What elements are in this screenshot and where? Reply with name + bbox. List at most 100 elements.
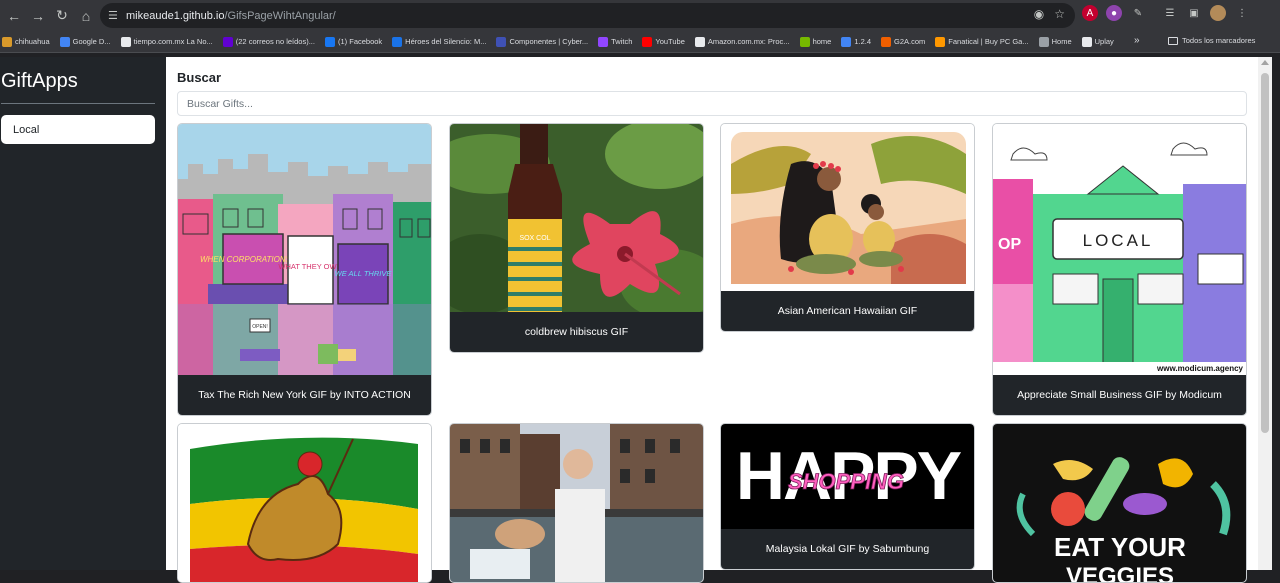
gif-text-local: LOCAL — [1083, 231, 1154, 250]
bookmark-favicon-icon — [881, 36, 892, 47]
bookmark-label: Fanatical | Buy PC Ga... — [948, 37, 1029, 46]
bookmark-favicon-icon — [598, 36, 609, 47]
bookmark-item[interactable]: 1.2.4 — [841, 36, 871, 47]
bookmark-label: tiempo.com.mx La No... — [133, 37, 213, 46]
bookmark-label: Amazon.com.mx: Proc... — [707, 37, 790, 46]
gif-image-happy-shopping: HAPPY SHOPPING — [721, 424, 974, 531]
bookmark-favicon-icon — [222, 36, 233, 47]
bookmark-item[interactable]: YouTube — [642, 36, 685, 47]
search-input[interactable] — [177, 91, 1247, 116]
gif-text-what-they-owe: WHAT THEY OWE — [278, 262, 341, 271]
bookmark-item[interactable]: home — [799, 36, 832, 47]
gif-card[interactable]: LOCAL OP www.modicum.agency Appreciate S… — [992, 123, 1247, 416]
gif-card[interactable]: EAT YOUR VEGGIES — [992, 423, 1247, 583]
brand-title: GiftApps — [1, 70, 78, 92]
sidebar-divider — [1, 103, 155, 104]
gif-card[interactable]: HAPPY SHOPPING Malaysia Lokal GIF by Sab… — [720, 423, 975, 570]
bookmark-item[interactable]: Google D... — [59, 36, 111, 47]
gif-text-eat-your: EAT YOUR — [1054, 532, 1186, 562]
forward-icon[interactable]: → — [26, 4, 50, 28]
svg-text:OP: OP — [998, 236, 1021, 253]
bookmarks-bar: chihuahua Google D... tiempo.com.mx La No.… — [0, 31, 1280, 53]
bookmark-favicon-icon — [392, 36, 403, 47]
bookmark-item[interactable]: Uplay — [1081, 36, 1114, 47]
gif-card[interactable]: WHEN CORPORATIONS pay WHAT THEY OWE WE A… — [177, 123, 432, 416]
bookmark-item[interactable]: G2A.com — [881, 36, 926, 47]
bookmark-item[interactable]: tiempo.com.mx La No... — [120, 36, 213, 47]
back-icon[interactable]: ← — [2, 4, 26, 28]
bookmark-label: YouTube — [655, 37, 685, 46]
gif-image-ethiopia-flag — [178, 424, 431, 582]
bookmark-label: chihuahua — [15, 37, 50, 46]
gif-card[interactable] — [449, 423, 704, 583]
menu-kebab-icon[interactable]: ⋮ — [1234, 5, 1250, 21]
bookmark-favicon-icon — [799, 36, 810, 47]
side-panel-icon[interactable]: ▣ — [1186, 5, 1202, 21]
all-bookmarks-label: Todos los marcadores — [1182, 36, 1256, 45]
browser-toolbar: ← → ↻ ⌂ ☰ mikeaude1.github.io/GifsPageWi… — [0, 0, 1280, 31]
site-info-icon[interactable]: ☰ — [108, 9, 124, 22]
bookmark-label: G2A.com — [894, 37, 926, 46]
bookmark-item[interactable]: Héroes del Silencio: M... — [392, 36, 486, 47]
gif-text-veggies: VEGGIES — [1066, 563, 1174, 583]
scroll-thumb[interactable] — [1261, 73, 1269, 433]
gif-caption: Tax The Rich New York GIF by INTO ACTION — [178, 375, 431, 415]
bookmark-item[interactable]: Componentes | Cyber... — [496, 36, 588, 47]
page-scrollbar[interactable] — [1258, 57, 1272, 570]
folder-icon — [1168, 36, 1178, 45]
gif-image-eat-your-veggies: EAT YOUR VEGGIES — [993, 424, 1246, 583]
bookmark-item[interactable]: Home — [1038, 36, 1072, 47]
extension-angular-icon[interactable]: A — [1082, 5, 1098, 21]
bookmark-favicon-icon — [2, 36, 12, 47]
gif-caption: coldbrew hibiscus GIF — [450, 312, 703, 352]
sidebar-item-local[interactable]: Local — [1, 115, 155, 144]
bookmark-item[interactable]: Fanatical | Buy PC Ga... — [935, 36, 1029, 47]
gif-image-appreciate-small-business: LOCAL OP www.modicum.agency — [993, 124, 1246, 377]
gif-card[interactable] — [177, 423, 432, 583]
home-icon[interactable]: ⌂ — [74, 4, 98, 28]
sidebar: GiftApps Local — [0, 57, 166, 570]
gif-text-open: OPEN! — [252, 324, 268, 330]
bookmark-favicon-icon — [59, 36, 70, 47]
bookmark-label: Twitch — [611, 37, 633, 46]
bookmark-item[interactable]: Twitch — [598, 36, 633, 47]
gif-caption: Asian American Hawaiian GIF — [721, 291, 974, 331]
bookmark-item[interactable]: chihuahua — [2, 36, 50, 47]
gif-card[interactable]: SOX COL coldbrew hibiscus GIF — [449, 123, 704, 353]
scroll-up-icon[interactable] — [1261, 60, 1269, 65]
main-content: Buscar WHEN CORPORATIONS pay WHAT THEY O… — [166, 57, 1258, 583]
address-bar[interactable]: ☰ mikeaude1.github.io/GifsPageWihtAngula… — [100, 3, 1075, 28]
extension-circle-icon[interactable]: ● — [1106, 5, 1122, 21]
bookmark-item[interactable]: (22 correos no leídos)... — [222, 36, 315, 47]
url-path: /GifsPageWihtAngular/ — [224, 9, 336, 22]
gif-text-shopping: SHOPPING — [788, 469, 904, 494]
bookmark-item[interactable]: Amazon.com.mx: Proc... — [694, 36, 790, 47]
bookmark-favicon-icon — [496, 36, 507, 47]
bookmark-favicon-icon — [324, 36, 335, 47]
gif-image-amsterdam-dance — [450, 424, 703, 582]
gif-image-coldbrew-hibiscus: SOX COL — [450, 124, 703, 314]
extensions-puzzle-icon[interactable]: ✎ — [1130, 5, 1146, 21]
gif-image-tax-the-rich: WHEN CORPORATIONS pay WHAT THEY OWE WE A… — [178, 124, 431, 377]
bookmark-favicon-icon — [694, 36, 705, 47]
bookmark-label: (22 correos no leídos)... — [235, 37, 315, 46]
bookmark-label: home — [812, 37, 832, 46]
bookmark-favicon-icon — [1038, 36, 1049, 47]
media-icon[interactable]: ☰ — [1162, 5, 1178, 21]
gif-caption: Appreciate Small Business GIF by Modicum — [993, 375, 1246, 415]
bookmark-item[interactable]: (1) Facebook — [324, 36, 383, 47]
bookmark-label: (1) Facebook — [337, 37, 383, 46]
star-icon[interactable]: ☆ — [1054, 7, 1065, 21]
window-edge — [1272, 57, 1280, 570]
profile-avatar[interactable] — [1210, 5, 1226, 21]
gif-text-modicum: www.modicum.agency — [1156, 364, 1243, 373]
bookmarks-overflow-button[interactable]: » — [1134, 35, 1140, 46]
reload-icon[interactable]: ↻ — [50, 4, 74, 28]
bookmark-favicon-icon — [935, 36, 946, 47]
bookmark-favicon-icon — [120, 36, 131, 47]
all-bookmarks-button[interactable]: Todos los marcadores — [1168, 36, 1255, 45]
bookmark-label: Home — [1051, 37, 1072, 46]
gif-image-asian-american-hawaiian — [721, 124, 974, 293]
gif-card[interactable]: Asian American Hawaiian GIF — [720, 123, 975, 332]
eye-off-icon[interactable]: ◉ — [1034, 7, 1044, 21]
